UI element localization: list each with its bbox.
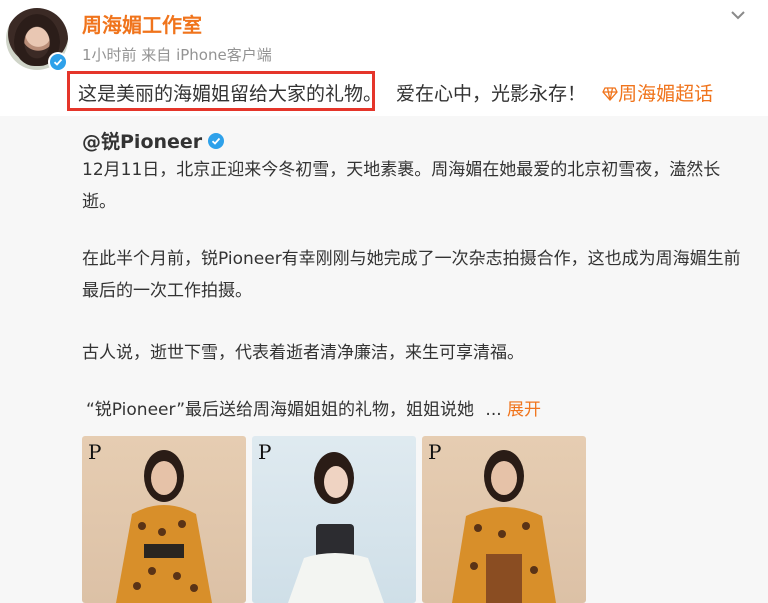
verified-icon (208, 132, 225, 149)
chevron-down-icon[interactable] (726, 6, 750, 24)
repost-author[interactable]: @锐Pioneer (82, 127, 225, 154)
verified-icon (48, 52, 68, 72)
repost-truncated-text: “锐Pioneer”最后送给周海媚姐姐的礼物，姐姐说她 (86, 400, 475, 420)
image-thumbnail-2[interactable]: P (252, 436, 416, 603)
supertopic-link[interactable]: 周海媚超话 (618, 83, 713, 105)
diamond-icon (602, 85, 618, 107)
repost-author-name[interactable]: @锐Pioneer (82, 127, 202, 154)
ellipsis: ... (485, 400, 502, 420)
highlight-box (67, 71, 375, 111)
image-thumbnail-1[interactable]: P (82, 436, 246, 603)
username[interactable]: 周海媚工作室 (82, 9, 202, 38)
repost-paragraph-1: 12月11日，北京正迎来今冬初雪，天地素裹。周海媚在她最爱的北京初雪夜，溘然长逝… (82, 160, 721, 212)
repost-paragraph-3: 古人说，逝世下雪，代表着逝者清净廉洁，来生可享清福。 (82, 343, 524, 363)
expand-link[interactable]: 展开 (507, 400, 541, 420)
repost-last-line: “锐Pioneer”最后送给周海媚姐姐的礼物，姐姐说她 ... 展开 (86, 394, 746, 426)
repost-paragraph-2: 在此半个月前，锐Pioneer有幸刚刚与她完成了一次杂志拍摄合作，这也成为周海媚… (82, 249, 741, 301)
image-thumbnail-3[interactable]: P (422, 436, 586, 603)
post-rest-text: 爱在心中，光影永存！ (396, 83, 587, 105)
post-meta: 1小时前 来自 iPhone客户端 (82, 46, 272, 64)
